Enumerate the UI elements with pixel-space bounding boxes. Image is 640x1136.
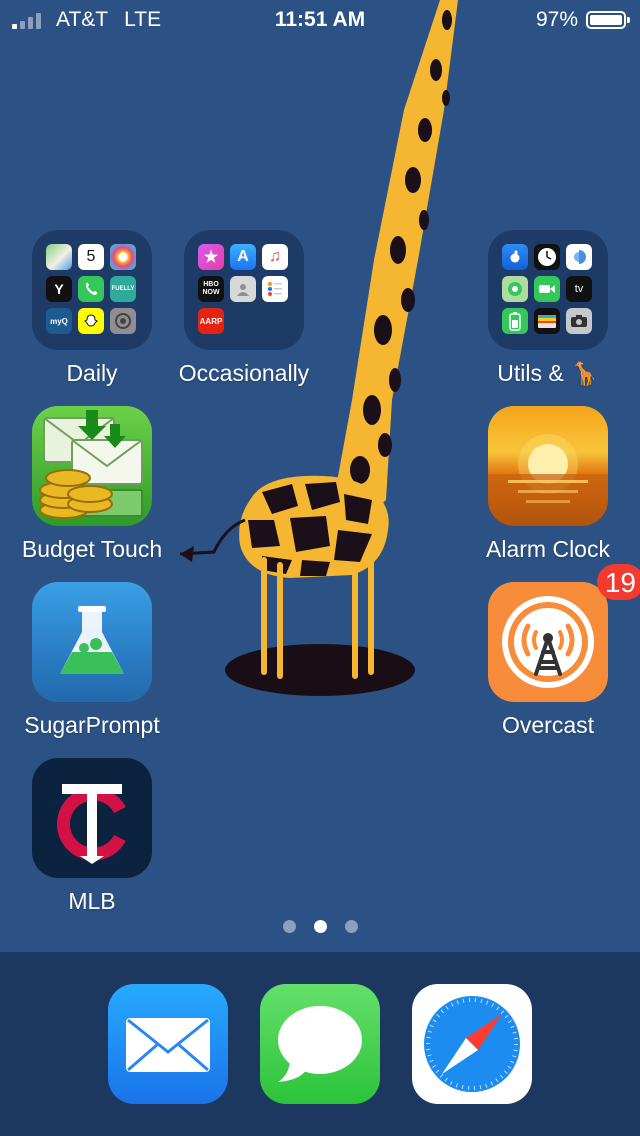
dock (0, 952, 640, 1136)
apple-tv-icon: tv (566, 276, 592, 302)
folder-occasionally[interactable]: ★ A ♫ HBO NOW AARP Occasionally (154, 230, 334, 387)
sugarprompt-icon (32, 582, 152, 702)
notification-badge: 19 (596, 564, 640, 600)
battery-icon (586, 11, 630, 29)
phone-icon (78, 276, 104, 302)
app-sugarprompt[interactable]: SugarPrompt (2, 582, 182, 739)
folder-utils-icon: tv (488, 230, 608, 350)
ymca-icon: Y (46, 276, 72, 302)
app-sugarprompt-label: SugarPrompt (24, 712, 160, 738)
snapchat-icon (78, 308, 104, 334)
page-dot[interactable] (282, 920, 296, 933)
myq-icon: myQ (46, 308, 72, 334)
mail-icon (108, 984, 228, 1104)
app-mlb[interactable]: MLB (2, 758, 182, 915)
calendar-icon: 5 (78, 244, 104, 270)
reminders-icon (262, 276, 288, 302)
app-alarm-clock-label: Alarm Clock (486, 536, 610, 562)
folder-utils-label: Utils & 🦒 (497, 360, 599, 386)
folder-occasionally-label: Occasionally (178, 360, 310, 386)
budget-touch-icon (32, 406, 152, 526)
app-mlb-label: MLB (68, 888, 116, 914)
settings-icon (110, 308, 136, 334)
battery-icon (502, 308, 528, 334)
wallet-icon (534, 308, 560, 334)
app-alarm-clock[interactable]: Alarm Clock (458, 406, 638, 563)
clock-icon (534, 244, 560, 270)
apple-store-icon (502, 244, 528, 270)
dock-app-safari[interactable] (382, 984, 562, 1104)
app-overcast-label: Overcast (501, 712, 595, 738)
folder-daily-icon: 5 Y FUELLY myQ (32, 230, 152, 350)
folder-utils[interactable]: tv Utils & 🦒 (458, 230, 638, 387)
page-dot[interactable] (344, 920, 358, 933)
folder-occasionally-icon: ★ A ♫ HBO NOW AARP (184, 230, 304, 350)
safari-icon (412, 984, 532, 1104)
app-store-icon: A (230, 244, 256, 270)
health-icon (566, 244, 592, 270)
aarp-icon: AARP (198, 308, 224, 334)
app-budget-touch[interactable]: Budget Touch (2, 406, 182, 563)
app-overcast[interactable]: 19 Overcast (458, 564, 640, 739)
battery-percent: 97% (535, 8, 578, 31)
camera-icon (566, 308, 592, 334)
hbo-now-icon: HBO NOW (198, 276, 224, 302)
page-dot-active[interactable] (313, 920, 327, 933)
mlb-icon (32, 758, 152, 878)
status-bar: AT&T LTE 11:51 AM 97% (0, 0, 640, 40)
maps-icon (46, 244, 72, 270)
photos-icon (110, 244, 136, 270)
messages-icon (260, 984, 380, 1104)
app-budget-touch-label: Budget Touch (21, 536, 163, 562)
itunes-store-icon: ★ (198, 244, 224, 270)
facetime-icon (534, 276, 560, 302)
alarm-clock-icon (488, 406, 608, 526)
page-indicator[interactable] (0, 920, 640, 938)
overcast-icon (488, 582, 608, 702)
music-icon: ♫ (262, 244, 288, 270)
fuelly-icon: FUELLY (110, 276, 136, 302)
find-my-icon (502, 276, 528, 302)
contacts-icon (230, 276, 256, 302)
